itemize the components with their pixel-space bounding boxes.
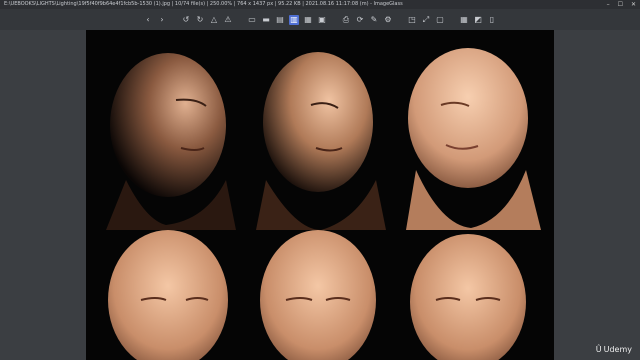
face-render-3 bbox=[406, 48, 541, 230]
print-icon[interactable]: ⎙ bbox=[341, 15, 351, 25]
face-render-4 bbox=[108, 230, 228, 360]
lock-zoom-icon[interactable]: ▬ bbox=[261, 15, 271, 25]
rotate-right-icon[interactable]: ↻ bbox=[195, 15, 205, 25]
edit-icon[interactable]: ✎ bbox=[369, 15, 379, 25]
scale-fit-icon[interactable]: ▣ bbox=[317, 15, 327, 25]
face-renders-image bbox=[106, 48, 541, 360]
scale-fill-icon[interactable]: ▦ bbox=[303, 15, 313, 25]
face-render-1 bbox=[106, 53, 236, 230]
info-icon[interactable]: ◩ bbox=[473, 15, 483, 25]
image-canvas[interactable] bbox=[86, 30, 554, 360]
thumbnail-icon[interactable]: ▢ bbox=[435, 15, 445, 25]
slideshow-icon[interactable]: ◳ bbox=[407, 15, 417, 25]
maximize-icon[interactable]: ☐ bbox=[618, 1, 623, 8]
watermark-text: Udemy bbox=[603, 345, 632, 354]
flip-icon[interactable]: △ bbox=[209, 15, 219, 25]
window-titlebar: E:\UEBOOKS\LIGHTS\Lighting\19f5f40f9b64e… bbox=[0, 0, 640, 9]
scale-width-icon[interactable]: ▤ bbox=[275, 15, 285, 25]
delete-icon[interactable]: ⚠ bbox=[223, 15, 233, 25]
auto-zoom-icon[interactable]: ▭ bbox=[247, 15, 257, 25]
gallery-icon[interactable]: ▦ bbox=[459, 15, 469, 25]
window-title: E:\UEBOOKS\LIGHTS\Lighting\19f5f40f9b64e… bbox=[4, 1, 403, 7]
udemy-watermark: Û Udemy bbox=[596, 345, 632, 354]
face-render-6 bbox=[410, 234, 526, 360]
trash-icon[interactable]: ▯ bbox=[487, 15, 497, 25]
udemy-logo-icon: Û bbox=[595, 345, 602, 354]
window-controls: – ☐ ✕ bbox=[607, 0, 636, 9]
rotate-left-icon[interactable]: ↺ bbox=[181, 15, 191, 25]
minimize-icon[interactable]: – bbox=[607, 1, 610, 8]
toolbar: ‹ › ↺ ↻ △ ⚠ ▭ ▬ ▤ ▥ ▦ ▣ ⎙ ⟳ ✎ ⚙ ◳ ⤢ ▢ ▦ ◩ ▯ bbox=[0, 9, 640, 30]
refresh-icon[interactable]: ⟳ bbox=[355, 15, 365, 25]
close-icon[interactable]: ✕ bbox=[631, 1, 636, 8]
scale-height-icon[interactable]: ▥ bbox=[289, 14, 299, 25]
back-icon[interactable]: ‹ bbox=[143, 15, 153, 25]
settings-icon[interactable]: ⚙ bbox=[383, 15, 393, 25]
forward-icon[interactable]: › bbox=[157, 15, 167, 25]
fullscreen-icon[interactable]: ⤢ bbox=[421, 15, 431, 25]
face-render-2 bbox=[256, 52, 386, 230]
face-render-5 bbox=[260, 230, 376, 360]
